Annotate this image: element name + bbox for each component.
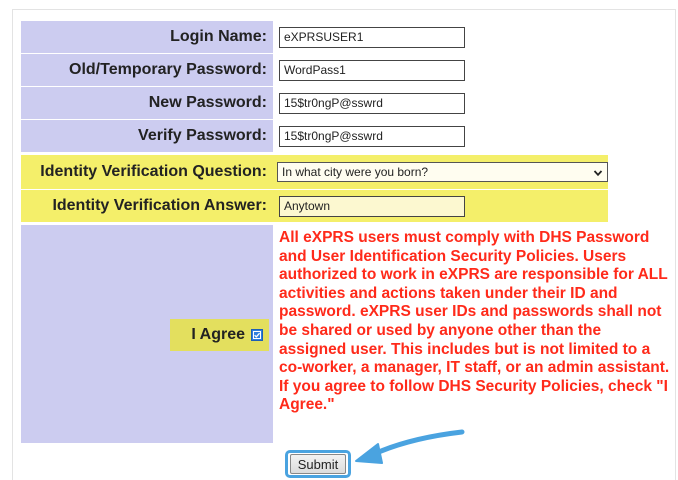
agree-checkbox[interactable] [251,329,263,341]
verify-password-label: Verify Password: [21,120,273,152]
login-name-label-text: Login Name: [170,28,267,45]
login-name-input[interactable] [279,26,465,48]
submit-highlight: Submit [285,450,351,478]
identity-answer-label-text: Identity Verification Answer: [52,197,267,214]
identity-question-select[interactable]: In what city were you born? [277,162,608,182]
submit-button[interactable]: Submit [290,454,346,474]
old-password-cell [273,54,465,86]
new-password-label-text: New Password: [148,94,267,111]
checkmark-icon [253,331,261,339]
old-password-input[interactable] [279,59,465,81]
old-password-label: Old/Temporary Password: [21,54,273,86]
agree-row[interactable]: I Agree [170,319,269,351]
agree-label: I Agree [191,326,245,343]
new-password-label: New Password: [21,87,273,119]
identity-answer-input[interactable] [279,195,465,217]
login-name-cell [273,21,465,53]
arrow-icon [355,429,465,464]
old-password-label-text: Old/Temporary Password: [69,61,267,78]
identity-answer-cell [273,190,608,222]
verify-password-label-text: Verify Password: [138,127,267,144]
login-name-label: Login Name: [21,21,273,53]
identity-question-label-text: Identity Verification Question: [40,163,267,180]
policy-notice: All eXPRS users must comply with DHS Pas… [279,229,670,414]
verify-password-input[interactable] [279,125,465,147]
verify-password-cell [273,120,465,152]
identity-question-label: Identity Verification Question: [21,155,273,189]
new-password-input[interactable] [279,92,465,114]
identity-question-cell: In what city were you born? [273,155,608,189]
identity-question-selected-value: In what city were you born? [282,165,429,179]
new-password-cell [273,87,465,119]
chevron-down-icon [593,167,603,177]
identity-answer-label: Identity Verification Answer: [21,190,273,222]
